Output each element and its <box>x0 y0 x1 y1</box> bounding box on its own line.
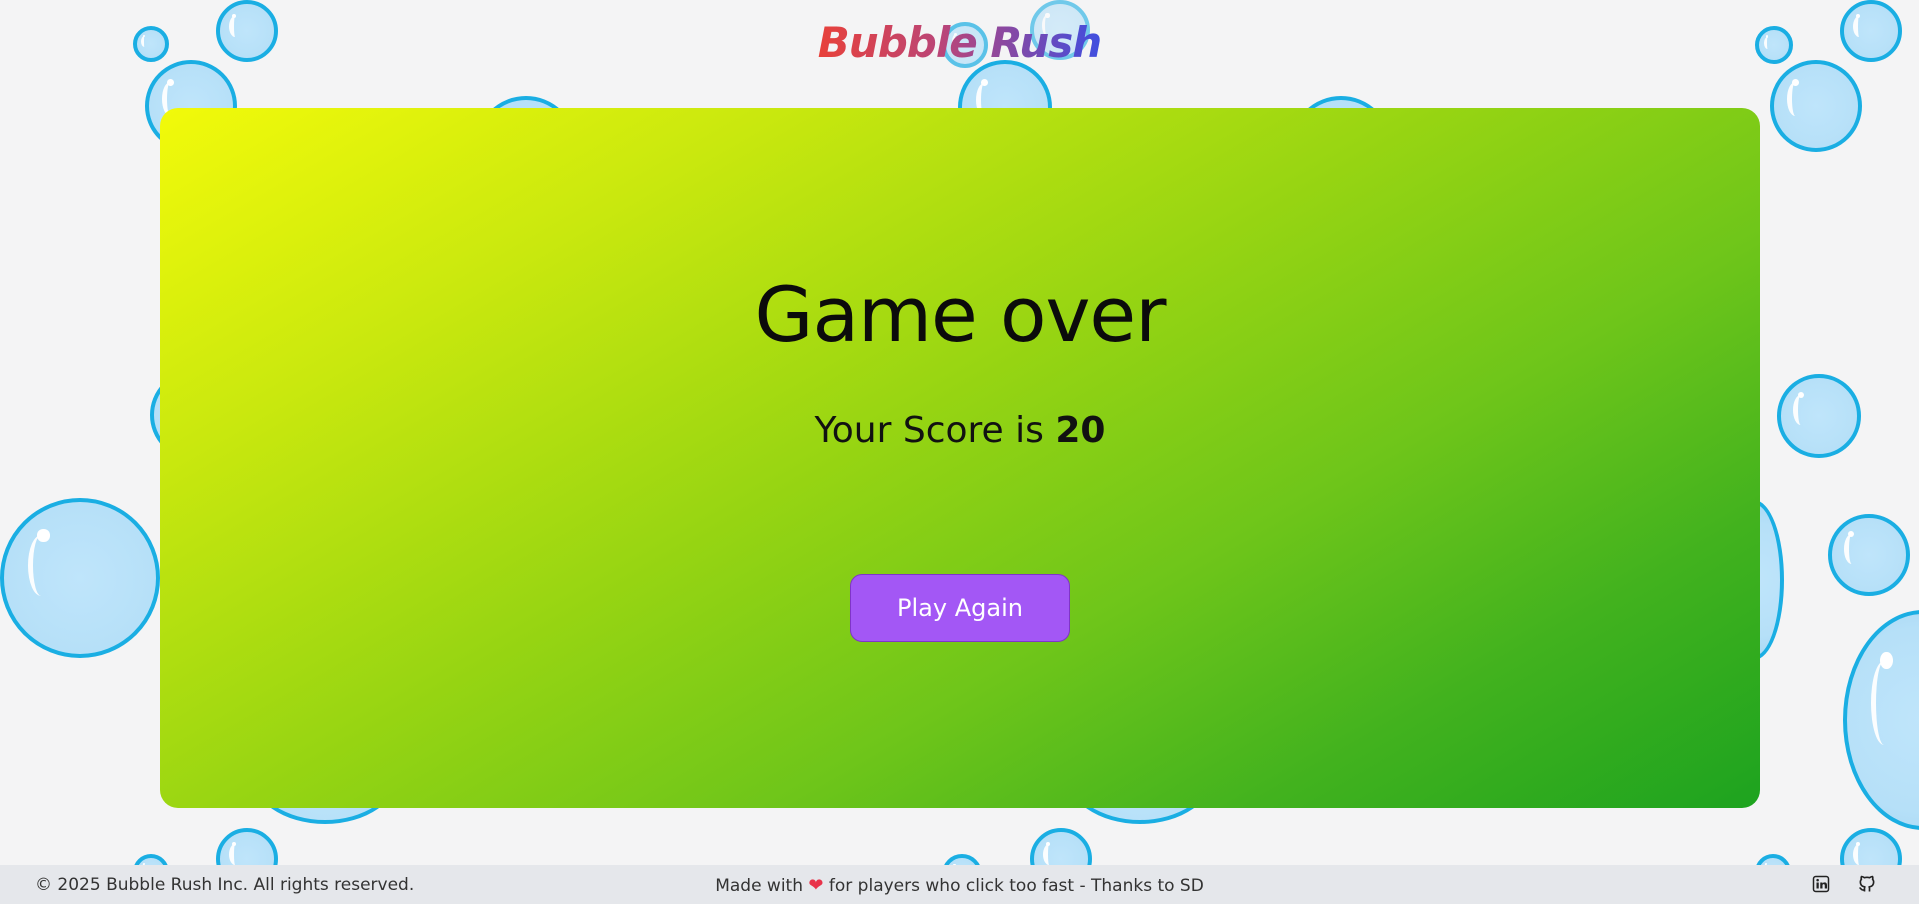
game-over-panel: Game over Your Score is 20 Play Again <box>160 108 1760 808</box>
heart-icon: ❤ <box>808 875 824 896</box>
game-over-heading: Game over <box>754 270 1167 359</box>
app-title: Bubble Rush <box>0 18 1919 67</box>
score-value: 20 <box>1055 410 1106 451</box>
github-icon <box>1859 875 1875 892</box>
footer-credits: Made with ❤ for players who click too fa… <box>0 875 1919 896</box>
bubble[interactable] <box>1828 514 1910 596</box>
bubble[interactable] <box>0 498 160 658</box>
footer-made-with: Made with <box>715 876 803 896</box>
bubble[interactable] <box>1843 610 1919 830</box>
score-line: Your Score is 20 <box>160 410 1760 451</box>
linkedin-icon <box>1812 875 1830 893</box>
score-label: Your Score is <box>814 410 1044 451</box>
play-again-button[interactable]: Play Again <box>850 574 1070 642</box>
game-page: Bubble Rush Game over Your Score is 20 P… <box>0 0 1919 904</box>
footer: © 2025 Bubble Rush Inc. All rights reser… <box>0 865 1919 904</box>
bubble[interactable] <box>1777 374 1861 458</box>
github-link[interactable] <box>1857 874 1877 894</box>
footer-made-with-suffix: for players who click too fast - Thanks … <box>828 876 1204 896</box>
linkedin-link[interactable] <box>1811 874 1831 894</box>
bubble[interactable] <box>1770 60 1862 152</box>
app-title-text: Bubble Rush <box>817 18 1102 67</box>
